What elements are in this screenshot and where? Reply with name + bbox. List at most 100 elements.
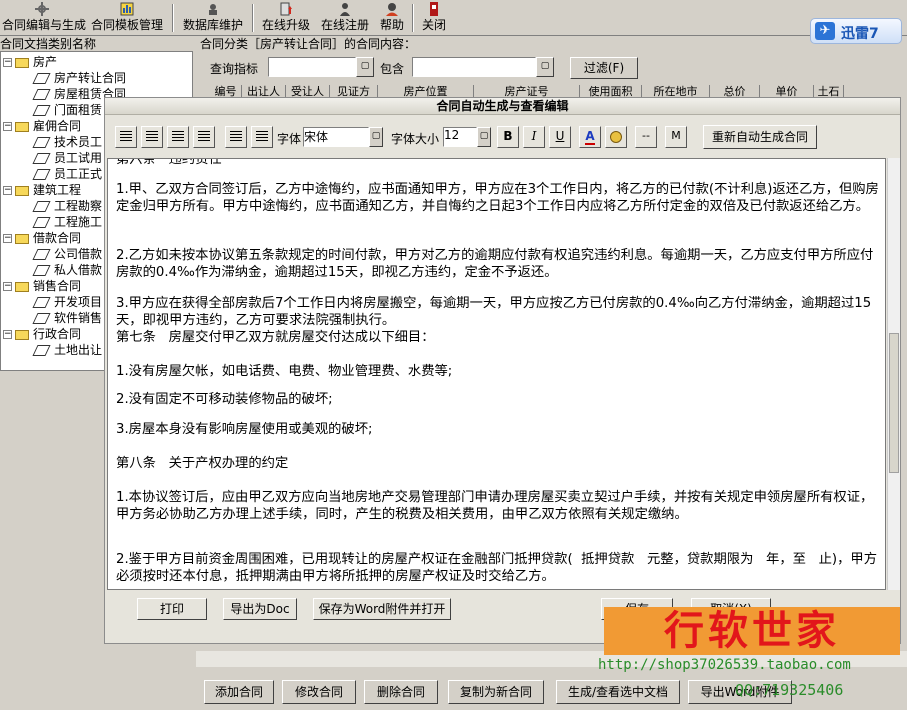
justify-button[interactable] [193, 126, 215, 148]
contains-field[interactable] [412, 57, 536, 77]
align-center-button[interactable] [141, 126, 163, 148]
tree-item[interactable]: 开发项目 [32, 294, 103, 310]
tree-item[interactable]: 私人借款 [32, 262, 102, 278]
tree-group-property[interactable]: − 房产 [3, 54, 57, 70]
tree-item[interactable]: 工程施工 [32, 214, 103, 230]
tree-item[interactable]: 门面租赁 [32, 102, 102, 118]
app-window: { "toolbar": { "items": [ {"label": "合同编… [0, 0, 907, 710]
indent-button[interactable] [251, 126, 273, 148]
tree-group-construction[interactable]: − 建筑工程 [3, 182, 81, 198]
collapse-icon[interactable]: − [3, 234, 12, 243]
text-paragraph: 2.乙方如未按本协议第五条款规定的时间付款，甲方对乙方的逾期应付款有权追究违约利… [116, 248, 874, 280]
tree-group-sales[interactable]: − 销售合同 [3, 278, 81, 294]
collapse-icon[interactable]: − [3, 330, 12, 339]
toolbar-template-manage-button[interactable]: 合同模板管理 [88, 2, 166, 34]
toolbar-close-button[interactable]: 关闭 [418, 2, 450, 34]
scrollbar-thumb[interactable] [889, 333, 899, 473]
font-field[interactable]: 宋体 [303, 127, 369, 147]
tree-item[interactable]: 员工正式 [32, 166, 103, 182]
tree-item-label: 土地出让 [54, 343, 103, 357]
dropdown-icon: ▢ [371, 131, 381, 141]
toolbar-label: 在线注册 [320, 18, 369, 32]
tree-group-label: 销售合同 [33, 279, 82, 293]
query-dropdown-button[interactable]: ▢ [356, 57, 374, 77]
tree-group-admin[interactable]: − 行政合同 [3, 326, 81, 342]
text-line: 第七条 房屋交付甲乙双方就房屋交付达成以下细目： [116, 330, 435, 345]
contains-dropdown-button[interactable]: ▢ [536, 57, 554, 77]
xunlei-badge[interactable]: ✈ 迅雷7 [810, 18, 902, 44]
dialog-title[interactable]: 合同自动生成与查看编辑 [105, 98, 900, 115]
toolbar-separator [252, 4, 254, 32]
contract-editor-dialog: 合同自动生成与查看编辑 字体 宋体 ▢ 字体大小 12 ▢ B I U A --… [104, 97, 901, 644]
collapse-icon[interactable]: − [3, 186, 12, 195]
toolbar-upgrade-button[interactable]: 在线升级 [258, 2, 314, 34]
underline-button[interactable]: U [549, 126, 571, 148]
query-field[interactable] [268, 57, 356, 77]
horizontal-rule-button[interactable]: -- [635, 126, 657, 148]
filter-button[interactable]: 过滤(F) [570, 57, 638, 79]
folder-icon [15, 121, 29, 132]
document-icon [32, 201, 51, 212]
m-button[interactable]: M [665, 126, 687, 148]
tree-item[interactable]: 工程勘察 [32, 198, 103, 214]
tree-item[interactable]: 员工试用 [32, 150, 102, 166]
text-line: 1.没有房屋欠帐，如电话费、电费、物业管理费、水费等; [116, 364, 453, 379]
outdent-button[interactable] [225, 126, 247, 148]
tree-group-employment[interactable]: − 雇佣合同 [3, 118, 81, 134]
bold-button[interactable]: B [497, 126, 519, 148]
collapse-icon[interactable]: − [3, 282, 12, 291]
font-size-dropdown-button[interactable]: ▢ [477, 127, 491, 147]
tree-item-label: 工程勘察 [54, 199, 103, 213]
tree-item-label: 员工正式 [54, 167, 103, 181]
save-word-attachment-button[interactable]: 保存为Word附件并打开 [313, 598, 451, 620]
regenerate-contract-button[interactable]: 重新自动生成合同 [703, 125, 817, 149]
text-line: 第六条 违约责任 [116, 158, 222, 167]
tree-item[interactable]: 技术员工 [32, 134, 102, 150]
tree-item[interactable]: 软件销售 [32, 310, 102, 326]
print-button[interactable]: 打印 [137, 598, 207, 620]
copy-contract-button[interactable]: 复制为新合同 [448, 680, 544, 704]
toolbar-register-button[interactable]: 在线注册 [318, 2, 372, 34]
toolbar-label: 合同编辑与生成 [2, 18, 87, 32]
justify-icon [198, 131, 210, 142]
edit-contract-button[interactable]: 修改合同 [282, 680, 356, 704]
background-color-button[interactable] [605, 126, 627, 148]
font-dropdown-button[interactable]: ▢ [369, 127, 383, 147]
toolbar-contract-edit-button[interactable]: 合同编辑与生成 [2, 2, 87, 34]
document-icon [32, 169, 51, 180]
tree-group-label: 雇佣合同 [33, 119, 82, 133]
italic-button[interactable]: I [523, 126, 545, 148]
collapse-icon[interactable]: − [3, 122, 12, 131]
font-label: 字体 [277, 132, 302, 146]
editor-vertical-scrollbar[interactable] [887, 158, 900, 590]
collapse-icon[interactable]: − [3, 58, 12, 67]
toolbar-database-button[interactable]: 数据库维护 [180, 2, 246, 34]
folder-icon [15, 329, 29, 340]
contract-text-editor[interactable]: 第六条 违约责任 1.甲、乙双方合同签订后，乙方中途悔约，应书面通知甲方，甲方应… [107, 158, 886, 590]
xunlei-bird-icon: ✈ [815, 22, 835, 40]
database-icon [209, 4, 217, 15]
tree-group-loan[interactable]: − 借款合同 [3, 230, 81, 246]
add-contract-button[interactable]: 添加合同 [204, 680, 274, 704]
align-left-button[interactable] [115, 126, 137, 148]
tree-item[interactable]: 房产转让合同 [32, 70, 126, 86]
font-color-button[interactable]: A [579, 126, 601, 148]
font-size-field[interactable]: 12 [443, 127, 477, 147]
toolbar-label: 在线升级 [261, 18, 310, 32]
toolbar-help-button[interactable]: 帮助 [376, 2, 408, 34]
toolbar-separator [412, 4, 414, 32]
text-line: 3.房屋本身没有影响房屋使用或美观的破坏; [116, 422, 373, 437]
align-right-button[interactable] [167, 126, 189, 148]
query-label: 查询指标 [210, 62, 259, 76]
tree-item[interactable]: 土地出让 [32, 342, 103, 358]
watermark-qq: QQ:719325406 [735, 681, 844, 699]
delete-contract-button[interactable]: 删除合同 [364, 680, 438, 704]
tree-item-label: 工程施工 [54, 215, 103, 229]
tree-item[interactable]: 公司借款 [32, 246, 102, 262]
tree-item-label: 开发项目 [54, 295, 103, 309]
indent-icon [256, 131, 268, 142]
text-line: 第八条 关于产权办理的约定 [116, 456, 289, 471]
export-doc-button[interactable]: 导出为Doc [223, 598, 297, 620]
document-icon [32, 217, 51, 228]
generate-view-button[interactable]: 生成/查看选中文档 [556, 680, 680, 704]
